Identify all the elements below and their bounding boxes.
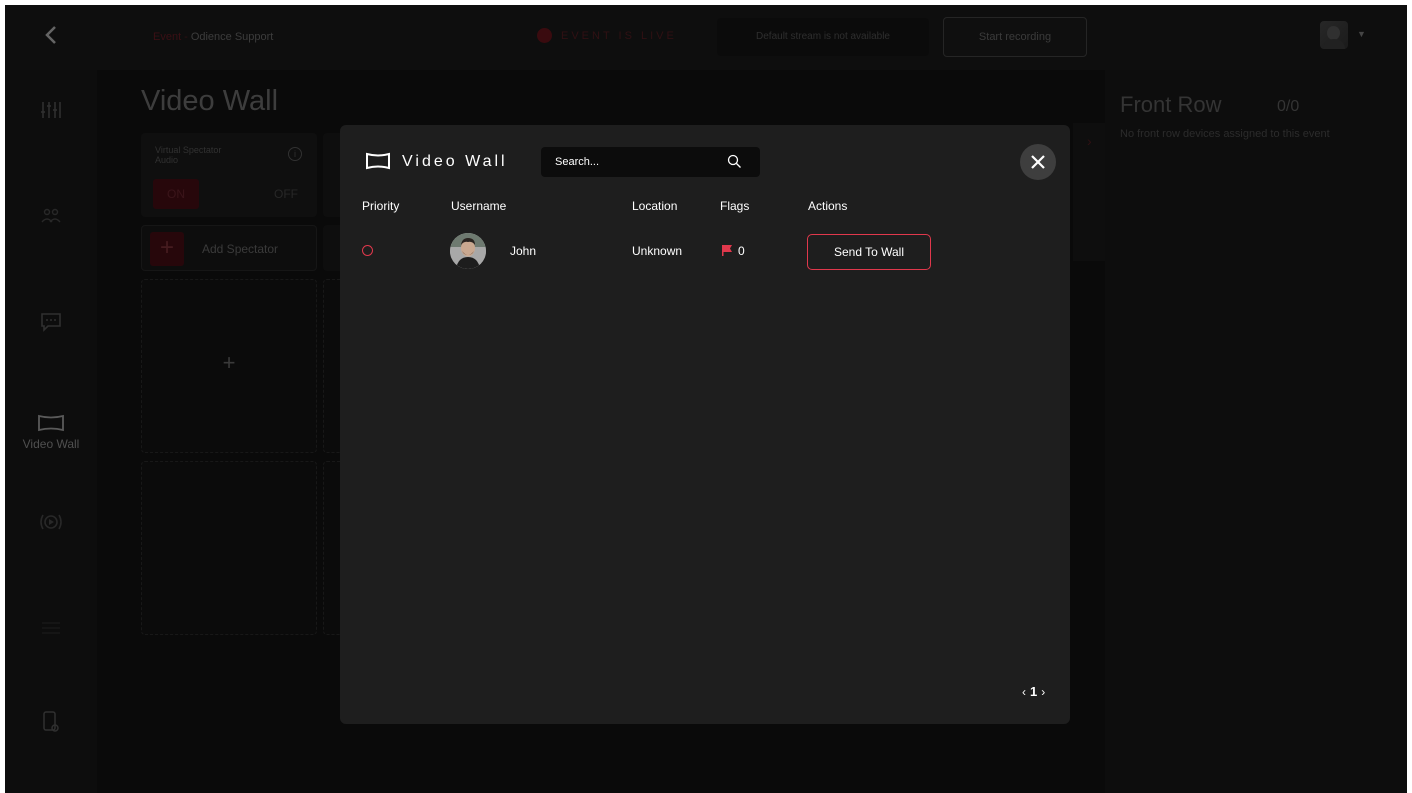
app-window: Event - Odience Support EVENT IS LIVE Defa… xyxy=(5,5,1407,793)
column-header-actions: Actions xyxy=(808,199,848,213)
pagination: ‹ 1 › xyxy=(1020,684,1047,699)
table-row: John Unknown 0 Send To Wall xyxy=(340,229,1070,273)
column-header-priority: Priority xyxy=(362,199,400,213)
search-icon[interactable] xyxy=(727,154,742,169)
send-to-wall-button[interactable]: Send To Wall xyxy=(807,234,931,270)
video-wall-modal: Video Wall Priority Username Location Fl… xyxy=(340,125,1070,724)
modal-title: Video Wall xyxy=(402,153,508,170)
search-box xyxy=(541,147,760,177)
location: Unknown xyxy=(632,244,683,258)
pagination-prev-button[interactable]: ‹ xyxy=(1022,685,1026,699)
avatar-photo xyxy=(450,233,486,269)
avatar xyxy=(450,233,486,269)
search-input[interactable] xyxy=(555,147,725,177)
pagination-current-page[interactable]: 1 xyxy=(1030,684,1037,699)
close-icon xyxy=(1031,155,1045,169)
flag-icon xyxy=(722,245,732,256)
pagination-next-button[interactable]: › xyxy=(1041,685,1045,699)
priority-ring-icon[interactable] xyxy=(362,245,373,256)
column-header-username: Username xyxy=(451,199,507,213)
flag-count: 0 xyxy=(738,244,745,258)
column-header-flags: Flags xyxy=(720,199,750,213)
close-button[interactable] xyxy=(1020,144,1056,180)
column-header-location: Location xyxy=(632,199,678,213)
video-wall-icon xyxy=(366,152,390,170)
username: John xyxy=(510,244,537,258)
